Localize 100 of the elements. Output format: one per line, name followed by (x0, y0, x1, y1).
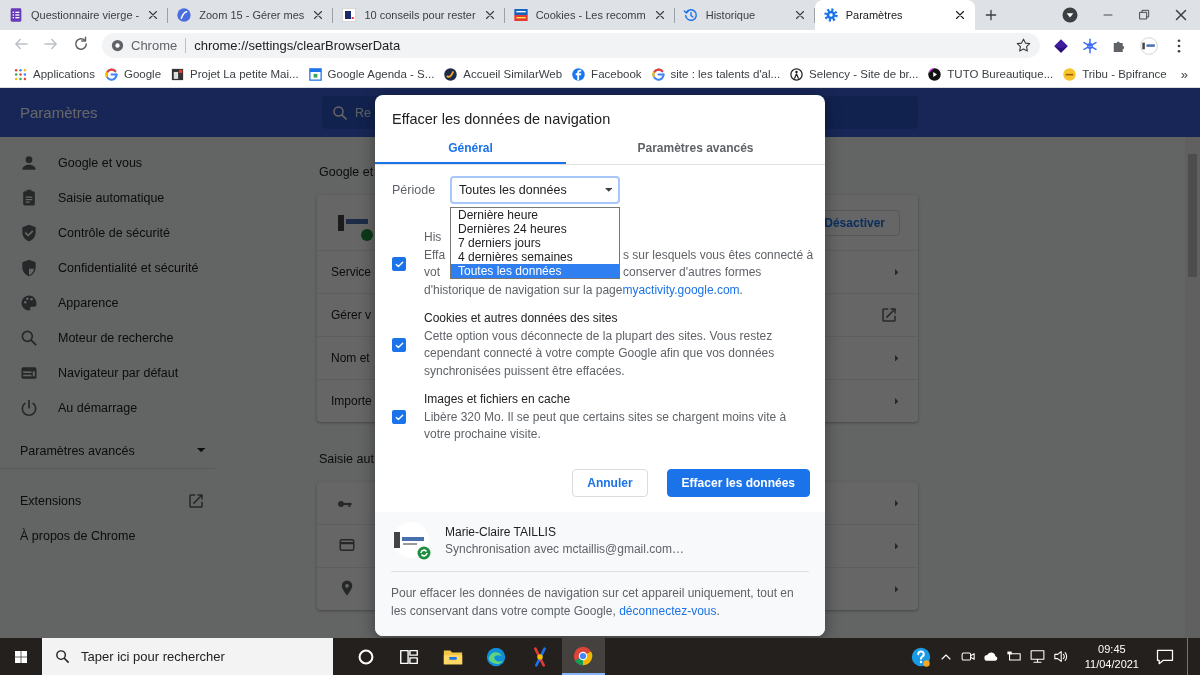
ring-logo-icon (650, 66, 666, 82)
apps-icon (13, 66, 28, 82)
browser-tab[interactable]: 10 conseils pour rester (333, 0, 505, 30)
checkbox[interactable] (392, 338, 406, 352)
cancel-button[interactable]: Annuler (572, 468, 648, 497)
caret-icon[interactable] (894, 585, 898, 593)
reload-icon[interactable] (72, 34, 90, 53)
flag-logo-icon (512, 7, 529, 23)
option-description: Effa (424, 246, 447, 264)
bookmark[interactable]: Google Agenda - S... (304, 66, 438, 82)
option-description: vot (424, 264, 441, 281)
power-icon (19, 397, 39, 418)
bookmark[interactable]: Selency - Site de br... (786, 66, 922, 82)
speaker-icon[interactable] (1051, 648, 1069, 665)
caret-icon[interactable] (894, 542, 898, 550)
more-bookmarks-button[interactable]: » (1172, 66, 1196, 82)
clock[interactable]: 09:45 11/04/2021 (1084, 641, 1139, 672)
option-description: conserver d'autres formes (623, 264, 762, 281)
option-title: Images et fichiers en cache (424, 391, 572, 408)
square-logo-icon (341, 7, 358, 23)
dropdown-option[interactable]: Dernières 24 heures (451, 222, 619, 236)
bookmark[interactable]: Google (100, 66, 165, 82)
shield-icon (19, 222, 39, 243)
external-link-icon (880, 306, 898, 324)
field-label: Période (392, 183, 437, 197)
caret-icon[interactable] (894, 499, 898, 507)
scrollbar[interactable] (1185, 137, 1200, 638)
ring-logo-icon (103, 66, 119, 82)
bookmark[interactable]: Accueil SimilarWeb (440, 66, 566, 82)
avatar[interactable] (1139, 35, 1159, 56)
search-icon (331, 103, 349, 122)
account-name: Marie-Claire TAILLIS (445, 523, 557, 541)
dropdown-option[interactable]: Toutes les données (451, 264, 619, 278)
caret-icon (894, 354, 898, 362)
external-link-icon (187, 491, 205, 510)
dropdown-option[interactable]: 7 derniers jours (451, 236, 619, 250)
round-logo-icon (1062, 66, 1078, 82)
dropdown-option[interactable]: 4 dernières semaines (451, 250, 619, 264)
section-title: Saisie aut (319, 451, 375, 468)
link[interactable]: déconnectez-vous (619, 603, 717, 618)
bookmark[interactable]: Applications (10, 66, 98, 82)
play-icon (927, 66, 943, 82)
section-title: Google et (319, 164, 375, 181)
caret-icon (894, 268, 898, 276)
list-icon (8, 7, 24, 23)
option-description: Cette option vous déconnecte de la plupart des sites. Vous restez cependant connecté à votre compte Google afin que vos données synchronisées puissent être effacées. (424, 327, 776, 380)
bookmark[interactable]: site : les talents d'al... (647, 66, 784, 82)
figure-icon (789, 66, 805, 82)
calendar-icon (307, 66, 323, 82)
bookmark[interactable]: Projet La petite Mai... (167, 66, 302, 82)
snowflake-icon[interactable] (1081, 36, 1099, 55)
dropdown-option[interactable]: Dernière heure (451, 208, 619, 222)
option-description: s sur lesquels vous êtes connecté à (623, 246, 814, 264)
caret-icon (196, 448, 205, 453)
browser-tab[interactable]: Paramètres (814, 0, 975, 30)
option-description: Libère 320 Mo. Il se peut que certains sites se chargent moins vite à votre prochaine visite. (424, 408, 788, 443)
search-field[interactable]: Taper ici pour rechercher (42, 638, 333, 675)
page-title: Paramètres (19, 104, 99, 121)
help-icon[interactable] (909, 645, 932, 668)
dialog-tab[interactable]: Paramètres avancés (566, 133, 825, 164)
clear-data-button[interactable]: Effacer les données (666, 468, 810, 497)
search-icon (54, 648, 71, 665)
shield-icon (19, 257, 39, 278)
address-bar[interactable]: Chrome chrome://settings/clearBrowserData (102, 33, 1040, 58)
swirl-logo-icon (485, 645, 508, 668)
browser-tab[interactable]: Cookies - Les recomm (504, 0, 675, 30)
checkbox[interactable] (392, 410, 406, 425)
option-description: d'historique de navigation sur la pagemyactivity.google.com. (424, 281, 744, 299)
browser-tab[interactable]: Zoom 15 - Gérer mes (168, 0, 334, 30)
sync-status: Synchronisation avec mctaillis@gmail.com… (445, 540, 684, 558)
bookmark[interactable]: TUTO Bureautique... (924, 66, 1057, 82)
key-icon[interactable] (338, 501, 352, 507)
round-logo-icon (572, 644, 595, 667)
option-title: Cookies et autres données des sites (424, 310, 619, 327)
network-icon[interactable] (1028, 648, 1046, 665)
sign-out-note: Pour effacer les données de navigation sur cet appareil uniquement, tout en les conservant dans votre compte Google, déconnectez-vous. (391, 584, 795, 620)
taskbar-app[interactable] (561, 638, 605, 675)
checkbox[interactable] (392, 257, 406, 271)
option-title: His (424, 229, 443, 246)
round-logo-icon (443, 66, 459, 82)
dialog-tab[interactable]: Général (375, 133, 566, 164)
bookmark[interactable]: Facebook (568, 66, 645, 82)
dialog-title: Effacer les données de navigation (391, 110, 612, 129)
caret-icon (604, 188, 612, 192)
avatar (393, 521, 431, 560)
period-select[interactable]: Toutes les données (450, 176, 620, 204)
start-icon[interactable] (13, 648, 29, 665)
browser-tab[interactable]: Questionnaire vierge - (0, 0, 169, 30)
star-icon[interactable] (1015, 37, 1032, 54)
site-info-icon[interactable] (110, 38, 125, 53)
restore-icon[interactable] (1136, 7, 1152, 23)
thumbnail-icon (170, 66, 185, 82)
caret-circle-icon[interactable] (1060, 5, 1080, 25)
browser-tab[interactable]: Historique (674, 0, 815, 30)
settings-icon (822, 7, 839, 23)
history-icon (682, 7, 699, 23)
link[interactable]: myactivity.google.com (622, 281, 740, 299)
circle-logo-icon (176, 7, 193, 23)
bookmark[interactable]: Tribu - Bpifrance (1059, 66, 1170, 82)
caret-icon (894, 397, 898, 405)
